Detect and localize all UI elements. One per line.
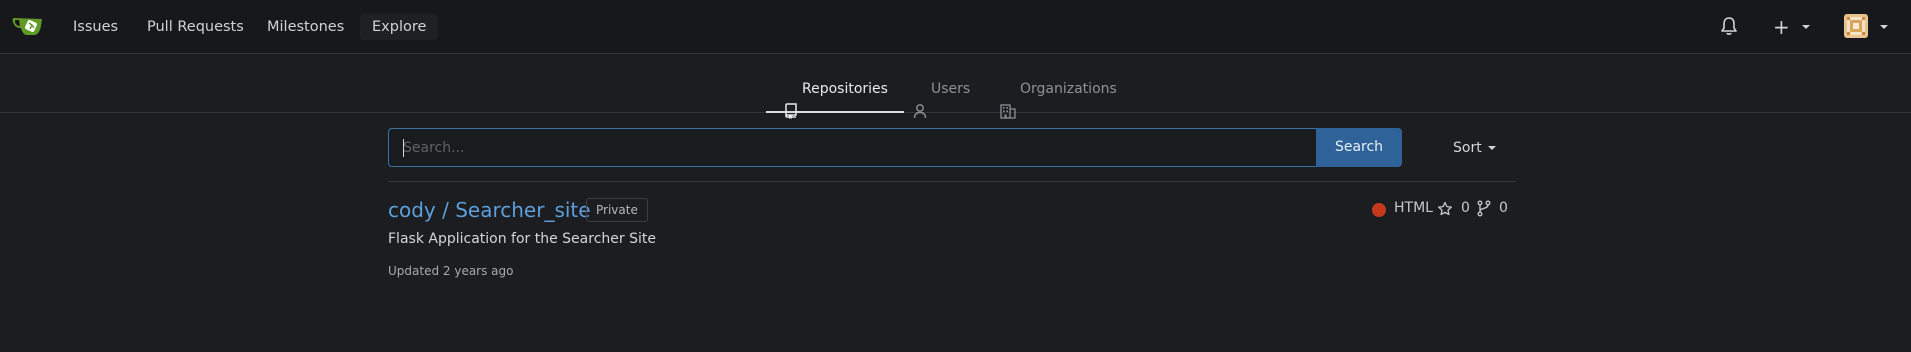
nav-issues[interactable]: Issues bbox=[73, 14, 118, 40]
top-navbar: Issues Pull Requests Milestones Explore … bbox=[0, 0, 1911, 54]
sort-dropdown[interactable]: Sort bbox=[1453, 138, 1496, 158]
nav-pull-requests[interactable]: Pull Requests bbox=[147, 14, 244, 40]
star-icon[interactable] bbox=[1437, 201, 1453, 217]
repo-updated: Updated 2 years ago bbox=[388, 264, 514, 278]
tab-repositories[interactable]: Repositories bbox=[766, 55, 904, 119]
gitea-logo-icon[interactable] bbox=[12, 13, 44, 39]
repo-description: Flask Application for the Searcher Site bbox=[388, 231, 656, 247]
fork-icon[interactable] bbox=[1477, 200, 1491, 217]
person-icon bbox=[913, 81, 927, 119]
fork-count[interactable]: 0 bbox=[1499, 200, 1508, 216]
search-input[interactable] bbox=[388, 128, 1318, 167]
tab-organizations[interactable]: Organizations bbox=[1000, 55, 1117, 119]
divider bbox=[388, 181, 1516, 182]
nav-explore[interactable]: Explore bbox=[360, 14, 439, 40]
create-new-button[interactable]: + bbox=[1773, 14, 1790, 40]
notification-bell-icon[interactable] bbox=[1720, 16, 1738, 36]
visibility-badge: Private bbox=[586, 198, 648, 222]
search-button[interactable]: Search bbox=[1316, 128, 1402, 167]
organization-icon bbox=[1000, 81, 1016, 119]
tab-organizations-label: Organizations bbox=[1020, 81, 1117, 97]
tab-users-label: Users bbox=[931, 81, 971, 97]
explore-tabs: Repositories Users Organizations bbox=[0, 55, 1911, 119]
language-color-dot bbox=[1372, 203, 1386, 217]
nav-milestones[interactable]: Milestones bbox=[267, 14, 344, 40]
sort-label: Sort bbox=[1453, 140, 1482, 156]
repo-language: HTML bbox=[1394, 200, 1433, 216]
text-cursor bbox=[403, 139, 404, 157]
repo-link[interactable]: cody / Searcher_site bbox=[388, 198, 591, 222]
avatar-chevron-down-icon[interactable] bbox=[1880, 25, 1888, 29]
tab-users[interactable]: Users bbox=[913, 55, 971, 119]
sort-chevron-down-icon bbox=[1487, 146, 1496, 150]
star-count[interactable]: 0 bbox=[1461, 200, 1470, 216]
avatar[interactable] bbox=[1844, 14, 1868, 38]
chevron-down-icon[interactable] bbox=[1802, 25, 1810, 29]
repo-icon bbox=[784, 81, 798, 119]
tab-repositories-label: Repositories bbox=[802, 81, 888, 97]
